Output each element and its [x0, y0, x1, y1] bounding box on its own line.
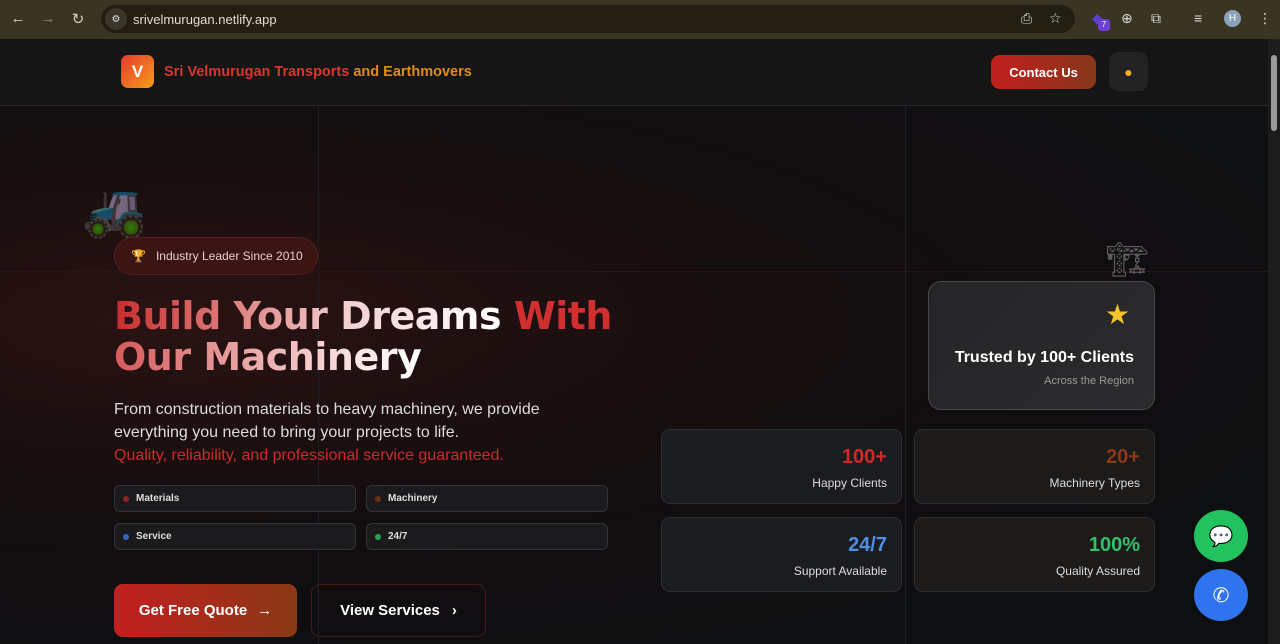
tag-machinery: Machinery — [366, 485, 608, 512]
tag-materials: Materials — [114, 485, 356, 512]
dot-icon — [375, 495, 381, 502]
tag-label: 24/7 — [388, 531, 408, 542]
brand-name[interactable]: Sri Velmurugan Transports and Earthmover… — [164, 64, 472, 80]
stat-label: Support Available — [793, 564, 887, 578]
brand-part1: Sri Velmurugan Transports — [164, 64, 350, 80]
dot-icon — [123, 533, 129, 540]
url-text: srivelmurugan.netlify.app — [133, 11, 277, 27]
install-app-icon[interactable]: ⎙ — [1021, 10, 1032, 27]
trust-title: Trusted by 100+ Clients — [954, 349, 1134, 366]
stat-value: 20+ — [1106, 446, 1140, 468]
site-header: V Sri Velmurugan Transports and Earthmov… — [0, 39, 1268, 106]
sun-icon: ● — [1124, 63, 1133, 80]
grid-line — [905, 106, 906, 644]
logo[interactable]: V — [121, 55, 154, 88]
dot-icon — [375, 533, 381, 540]
stat-value: 24/7 — [848, 534, 887, 556]
stat-card: 100+ Happy Clients — [661, 429, 902, 504]
description-highlight: Quality, reliability, and professional s… — [114, 447, 504, 464]
bookmark-star-icon[interactable]: ☆ — [1049, 10, 1062, 27]
extensions-puzzle-icon[interactable]: ⧉ — [1151, 10, 1161, 27]
brand-part2: and Earthmovers — [353, 64, 472, 80]
stat-card: 100% Quality Assured — [914, 517, 1155, 592]
tag-label: Service — [136, 531, 172, 542]
tag-label: Materials — [136, 493, 180, 504]
call-button[interactable]: ✆ — [1194, 569, 1248, 621]
extension-badge: 7 — [1098, 19, 1110, 31]
badge-text: Industry Leader Since 2010 — [155, 249, 303, 263]
chat-bubble-icon: 💬 — [1208, 525, 1234, 548]
site-settings-icon[interactable]: ⚙ — [105, 8, 127, 30]
reload-icon[interactable]: ↻ — [69, 10, 87, 28]
stat-card: 20+ Machinery Types — [914, 429, 1155, 504]
hero-section: 🚜 🏗 🏆 Industry Leader Since 2010 Build Yo… — [0, 106, 1268, 644]
view-services-button[interactable]: View Services › — [311, 584, 486, 637]
tag-label: Machinery — [388, 493, 438, 504]
stat-value: 100+ — [841, 446, 887, 468]
tag-service: Service — [114, 523, 356, 550]
hero-description: From construction materials to heavy mac… — [114, 398, 584, 467]
forward-icon[interactable]: → — [39, 10, 57, 27]
scrollbar[interactable] — [1268, 39, 1280, 644]
media-queue-icon[interactable]: ≡ — [1194, 10, 1202, 26]
hero-title: Build Your Dreams With Our Machinery — [114, 296, 612, 378]
chevron-right-icon: › — [451, 602, 457, 619]
button-label: View Services — [340, 602, 440, 619]
contact-us-button[interactable]: Contact Us — [991, 55, 1096, 89]
stat-label: Happy Clients — [812, 476, 887, 490]
extension-search-icon[interactable]: ⊕ — [1121, 10, 1133, 27]
stat-label: Quality Assured — [1055, 564, 1140, 578]
menu-kebab-icon[interactable]: ⋮ — [1258, 10, 1272, 27]
arrow-right-icon: → — [257, 602, 273, 619]
browser-toolbar: ← → ↻ ⚙ srivelmurugan.netlify.app ⎙ ☆ ◆ … — [0, 0, 1280, 39]
stat-card: 24/7 Support Available — [661, 517, 902, 592]
title-part2: With — [513, 294, 613, 338]
back-icon[interactable]: ← — [9, 10, 27, 27]
industry-badge: 🏆 Industry Leader Since 2010 — [114, 237, 318, 275]
get-free-quote-button[interactable]: Get Free Quote → — [114, 584, 297, 637]
title-part1: Build Your Dreams — [114, 294, 502, 338]
tractor-icon: 🚜 — [82, 182, 147, 240]
trust-card: ★ Trusted by 100+ Clients Across the Reg… — [928, 281, 1155, 410]
crane-icon: 🏗 — [1106, 241, 1150, 279]
address-bar[interactable]: ⚙ srivelmurugan.netlify.app ⎙ ☆ — [101, 5, 1075, 33]
profile-avatar[interactable]: H — [1224, 10, 1241, 27]
tag-24-7: 24/7 — [366, 523, 608, 550]
title-part3: Our Machinery — [114, 335, 422, 379]
star-icon: ★ — [1104, 299, 1130, 330]
dot-icon — [123, 495, 129, 502]
description-text: From construction materials to heavy mac… — [114, 401, 540, 441]
button-label: Get Free Quote — [138, 602, 248, 619]
phone-icon: ✆ — [1212, 584, 1230, 607]
stat-label: Machinery Types — [1049, 476, 1141, 490]
chat-button[interactable]: 💬 — [1194, 510, 1248, 562]
scrollbar-thumb[interactable] — [1271, 55, 1277, 131]
theme-toggle-button[interactable]: ● — [1109, 52, 1148, 91]
trust-subtitle: Across the Region — [1044, 375, 1134, 387]
trophy-icon: 🏆 — [131, 249, 146, 263]
stat-value: 100% — [1088, 534, 1140, 556]
